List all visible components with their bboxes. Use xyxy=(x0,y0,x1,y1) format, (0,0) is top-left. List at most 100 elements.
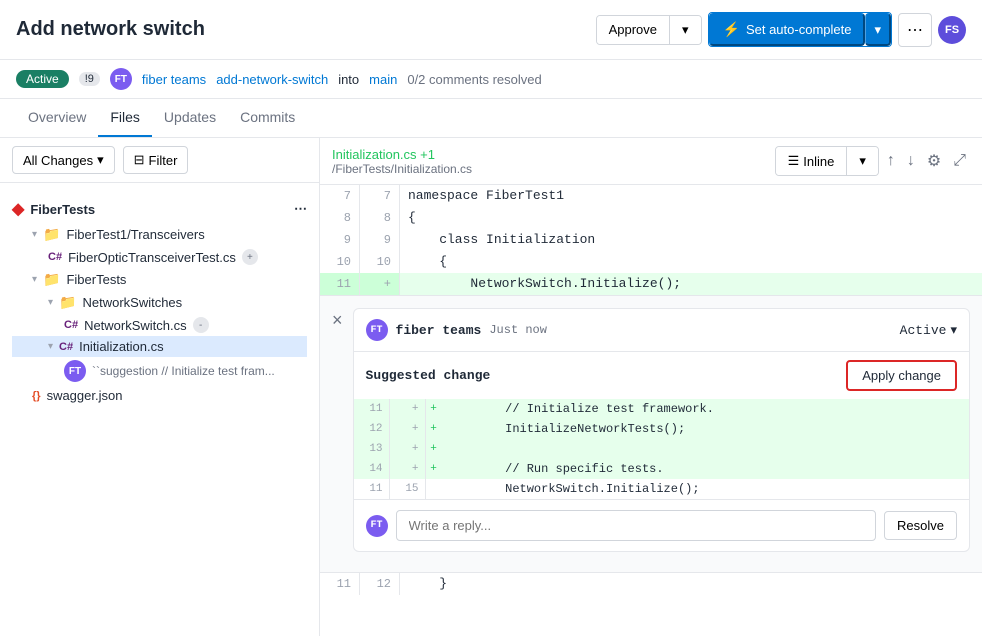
comment-wrapper: × FT fiber teams Just now Active ▾ xyxy=(332,308,970,552)
folder-networkswitches[interactable]: ▾ 📁 NetworkSwitches xyxy=(12,291,307,314)
code-line-added: 11 + NetworkSwitch.Initialize(); xyxy=(320,273,982,295)
scroll-down-button[interactable]: ↓ xyxy=(903,148,919,174)
minus-badge: - xyxy=(193,317,209,333)
folder-icon: 📁 xyxy=(43,226,60,243)
folder-icon: 📁 xyxy=(43,271,60,288)
sidebar-toolbar: All Changes ▾ ⊟ Filter xyxy=(0,138,319,183)
suggestion-text: ``suggestion // Initialize test fram... xyxy=(92,364,275,378)
suggestion-item[interactable]: FT ``suggestion // Initialize test fram.… xyxy=(12,357,307,385)
page-title: Add network switch xyxy=(16,18,586,41)
suggestion-code: 11 + + // Initialize test framework. 12 … xyxy=(354,399,969,499)
comment-section: × FT fiber teams Just now Active ▾ xyxy=(320,295,982,573)
folder-icon: 📁 xyxy=(59,294,76,311)
folder-transceivers[interactable]: ▾ 📁 FiberTest1/Transceivers xyxy=(12,223,307,246)
filter-button[interactable]: ⊟ Filter xyxy=(123,146,189,174)
file-networkswitch[interactable]: C# NetworkSwitch.cs - xyxy=(12,314,307,336)
code-line: 9 9 class Initialization xyxy=(320,229,982,251)
inline-icon: ☰ xyxy=(788,153,800,169)
author-avatar: FT xyxy=(110,68,132,90)
settings-button[interactable]: ⚙ xyxy=(923,147,945,175)
code-line: 7 7 namespace FiberTest1 xyxy=(320,185,982,207)
resolve-button[interactable]: Resolve xyxy=(884,511,957,540)
comment-author: fiber teams xyxy=(396,323,482,338)
autocomplete-dropdown[interactable]: ▾ xyxy=(865,13,891,46)
approve-button[interactable]: Approve xyxy=(597,16,670,44)
suggestion-avatar: FT xyxy=(64,360,86,382)
suggested-change-title: Suggested change xyxy=(366,368,491,383)
comment-status-dropdown[interactable]: Active ▾ xyxy=(900,323,957,338)
active-badge: Active xyxy=(16,70,69,88)
approve-group: Approve ▾ xyxy=(596,15,702,45)
folder-name: FiberTests xyxy=(66,272,126,287)
scroll-up-button[interactable]: ↑ xyxy=(883,148,899,174)
tree-root-header[interactable]: ◆ FiberTests ⋯ xyxy=(12,195,307,223)
file-info: Initialization.cs +1 /FiberTests/Initial… xyxy=(332,147,472,176)
branch-into: into xyxy=(338,72,359,87)
tab-overview[interactable]: Overview xyxy=(16,99,98,137)
file-fiberoptic[interactable]: C# FiberOpticTransceiverTest.cs + xyxy=(12,246,307,268)
add-badge: + xyxy=(242,249,258,265)
user-avatar: FS xyxy=(938,16,966,44)
apply-change-button[interactable]: Apply change xyxy=(846,360,957,391)
autocomplete-group: ⚡ Set auto-complete ▾ xyxy=(708,12,892,47)
inline-view-button[interactable]: ☰ Inline xyxy=(776,147,848,175)
comment-avatar: FT xyxy=(366,319,388,341)
view-mode-group: ☰ Inline ▾ xyxy=(775,146,879,176)
page-header: Add network switch Approve ▾ ⚡ Set auto-… xyxy=(0,0,982,60)
sidebar: All Changes ▾ ⊟ Filter ◆ FiberTests ⋯ xyxy=(0,138,320,636)
chevron-icon: ▾ xyxy=(48,297,53,308)
folder-fibertests[interactable]: ▾ 📁 FiberTests xyxy=(12,268,307,291)
file-subpath: /FiberTests/Initialization.cs xyxy=(332,162,472,176)
chevron-icon: ▾ xyxy=(32,274,37,285)
chevron-icon: ▾ xyxy=(48,341,53,352)
suggested-change-section: Suggested change Apply change 11 + + // … xyxy=(354,352,969,551)
author-link[interactable]: fiber teams xyxy=(142,72,206,87)
file-initialization[interactable]: ▾ C# Initialization.cs xyxy=(12,336,307,357)
autocomplete-icon: ⚡ xyxy=(723,21,740,38)
chevron-down-icon: ▾ xyxy=(97,152,104,168)
header-actions: Approve ▾ ⚡ Set auto-complete ▾ ⋯ FS xyxy=(596,12,966,47)
tab-updates[interactable]: Updates xyxy=(152,99,228,137)
more-options-button[interactable]: ⋯ xyxy=(898,13,932,47)
code-line: 8 8 { xyxy=(320,207,982,229)
expand-button[interactable]: ⤢ xyxy=(949,148,970,174)
branch-to-link[interactable]: main xyxy=(369,72,397,87)
file-name: swagger.json xyxy=(47,388,123,403)
chevron-down-icon: ▾ xyxy=(950,323,957,338)
code-panel: Initialization.cs +1 /FiberTests/Initial… xyxy=(320,138,982,636)
all-changes-dropdown[interactable]: All Changes ▾ xyxy=(12,146,115,174)
folder-name: NetworkSwitches xyxy=(82,295,182,310)
tab-files[interactable]: Files xyxy=(98,99,152,137)
file-name: Initialization.cs xyxy=(79,339,164,354)
sugg-line: 13 + + xyxy=(354,439,969,459)
tab-commits[interactable]: Commits xyxy=(228,99,307,137)
reply-section: FT Resolve xyxy=(354,499,969,551)
code-toolbar: Initialization.cs +1 /FiberTests/Initial… xyxy=(320,138,982,185)
more-icon[interactable]: ⋯ xyxy=(294,201,307,217)
csharp-icon: C# xyxy=(59,341,73,353)
file-tree: ◆ FiberTests ⋯ ▾ 📁 FiberTest1/Transceive… xyxy=(0,183,319,418)
main-content: All Changes ▾ ⊟ Filter ◆ FiberTests ⋯ xyxy=(0,138,982,636)
root-name: FiberTests xyxy=(30,202,95,217)
status-bar: Active !9 FT fiber teams add-network-swi… xyxy=(0,60,982,99)
comments-resolved: 0/2 comments resolved xyxy=(407,72,541,87)
autocomplete-button[interactable]: ⚡ Set auto-complete xyxy=(709,13,866,46)
file-swagger[interactable]: {} swagger.json xyxy=(12,385,307,406)
code-line: 10 10 { xyxy=(320,251,982,273)
view-dropdown[interactable]: ▾ xyxy=(847,147,878,175)
comment-status-label: Active xyxy=(900,323,947,338)
filter-icon: ⊟ xyxy=(134,152,145,168)
sugg-line: 14 + + // Run specific tests. xyxy=(354,459,969,479)
reply-input[interactable] xyxy=(396,510,877,541)
csharp-icon: C# xyxy=(48,251,62,263)
file-path: Initialization.cs +1 xyxy=(332,147,472,162)
sugg-line: 11 + + // Initialize test framework. xyxy=(354,399,969,419)
code-nav: ☰ Inline ▾ ↑ ↓ ⚙ ⤢ xyxy=(775,146,970,176)
file-name: NetworkSwitch.cs xyxy=(84,318,187,333)
sugg-line: 12 + + InitializeNetworkTests(); xyxy=(354,419,969,439)
branch-from-link[interactable]: add-network-switch xyxy=(216,72,328,87)
sugg-line: 11 15 NetworkSwitch.Initialize(); xyxy=(354,479,969,499)
tree-root: ◆ FiberTests ⋯ ▾ 📁 FiberTest1/Transceive… xyxy=(0,191,319,410)
close-comment-button[interactable]: × xyxy=(332,310,343,331)
approve-dropdown[interactable]: ▾ xyxy=(670,16,701,44)
